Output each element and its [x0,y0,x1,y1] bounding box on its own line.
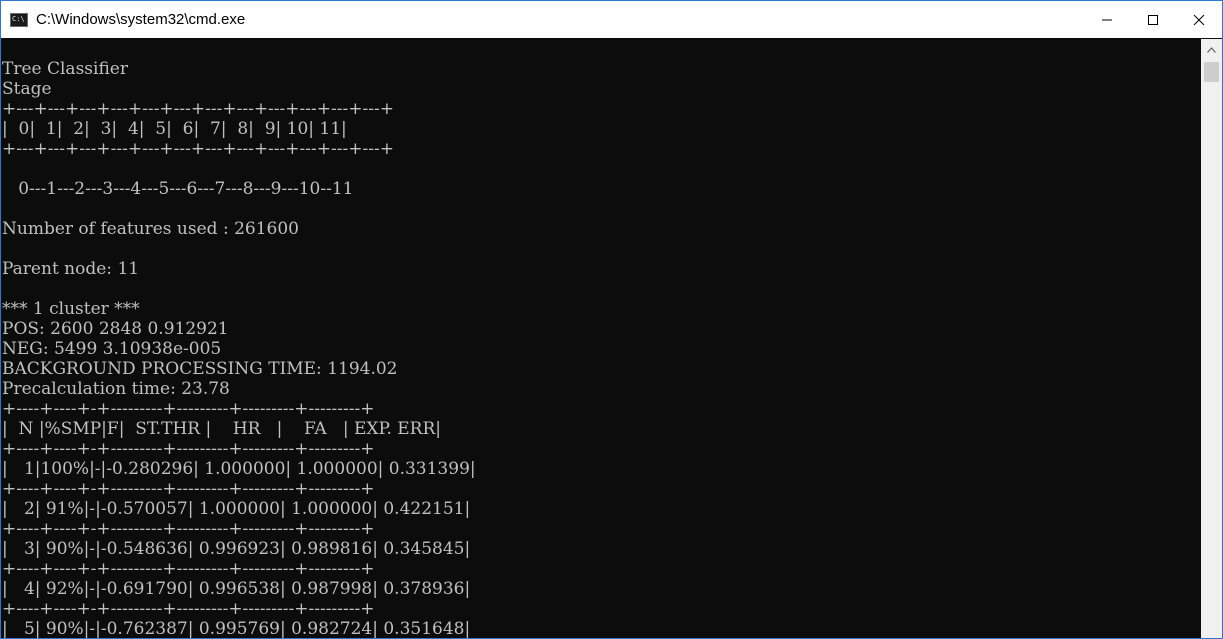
console-line: | 5| 90%|-|-0.762387| 0.995769| 0.982724… [2,619,471,639]
console-line: Tree Classifier [2,59,128,79]
console-line: +----+----+-+---------+---------+-------… [2,519,375,539]
console-line: +---+---+---+---+---+---+---+---+---+---… [2,139,394,159]
console-output[interactable]: Tree Classifier Stage +---+---+---+---+---… [1,39,1201,639]
console-line: +----+----+-+---------+---------+-------… [2,559,375,579]
console-line: Parent node: 11 [2,259,140,279]
scroll-up-button[interactable] [1201,39,1222,60]
chevron-up-icon [1207,46,1216,53]
vertical-scrollbar[interactable] [1201,39,1222,638]
cmd-window: C:\ C:\Windows\system32\cmd.exe Tree Cla… [0,0,1223,639]
close-button[interactable] [1176,1,1222,38]
console-line: Precalculation time: 23.78 [2,379,230,399]
console-line: +----+----+-+---------+---------+-------… [2,479,375,499]
minimize-icon [1102,19,1112,20]
console-line: | 4| 92%|-|-0.691790| 0.996538| 0.987998… [2,579,471,599]
window-title: C:\Windows\system32\cmd.exe [36,11,246,28]
console-line: *** 1 cluster *** [2,299,140,319]
console-line: | 0| 1| 2| 3| 4| 5| 6| 7| 8| 9| 10| 11| [2,119,347,139]
minimize-button[interactable] [1084,1,1130,38]
title-bar[interactable]: C:\ C:\Windows\system32\cmd.exe [1,1,1222,38]
console-line: NEG: 5499 3.10938e-005 [2,339,222,359]
console-line: +---+---+---+---+---+---+---+---+---+---… [2,99,394,119]
console-line: BACKGROUND PROCESSING TIME: 1194.02 [2,359,398,379]
console-line: Number of features used : 261600 [2,219,299,239]
cmd-icon: C:\ [10,12,28,27]
maximize-icon [1148,14,1158,25]
console-line: | 2| 91%|-|-0.570057| 1.000000| 1.000000… [2,499,471,519]
scroll-thumb[interactable] [1204,62,1219,82]
close-icon [1193,14,1205,25]
console-lines: Tree Classifier Stage +---+---+---+---+---… [2,59,476,639]
console-line: +----+----+-+---------+---------+-------… [2,599,375,619]
console-line: | N |%SMP|F| ST.THR | HR | FA | EXP. ERR… [2,419,442,439]
console-line: Stage [2,79,52,99]
window-controls [1084,1,1222,38]
console-line: | 1|100%|-|-0.280296| 1.000000| 1.000000… [2,459,476,479]
console-line: +----+----+-+---------+---------+-------… [2,439,375,459]
console-line: +----+----+-+---------+---------+-------… [2,399,375,419]
console-line: | 3| 90%|-|-0.548636| 0.996923| 0.989816… [2,539,471,559]
console-line: 0---1---2---3---4---5---6---7---8---9---… [2,179,354,199]
maximize-button[interactable] [1130,1,1176,38]
console-line: POS: 2600 2848 0.912921 [2,319,229,339]
